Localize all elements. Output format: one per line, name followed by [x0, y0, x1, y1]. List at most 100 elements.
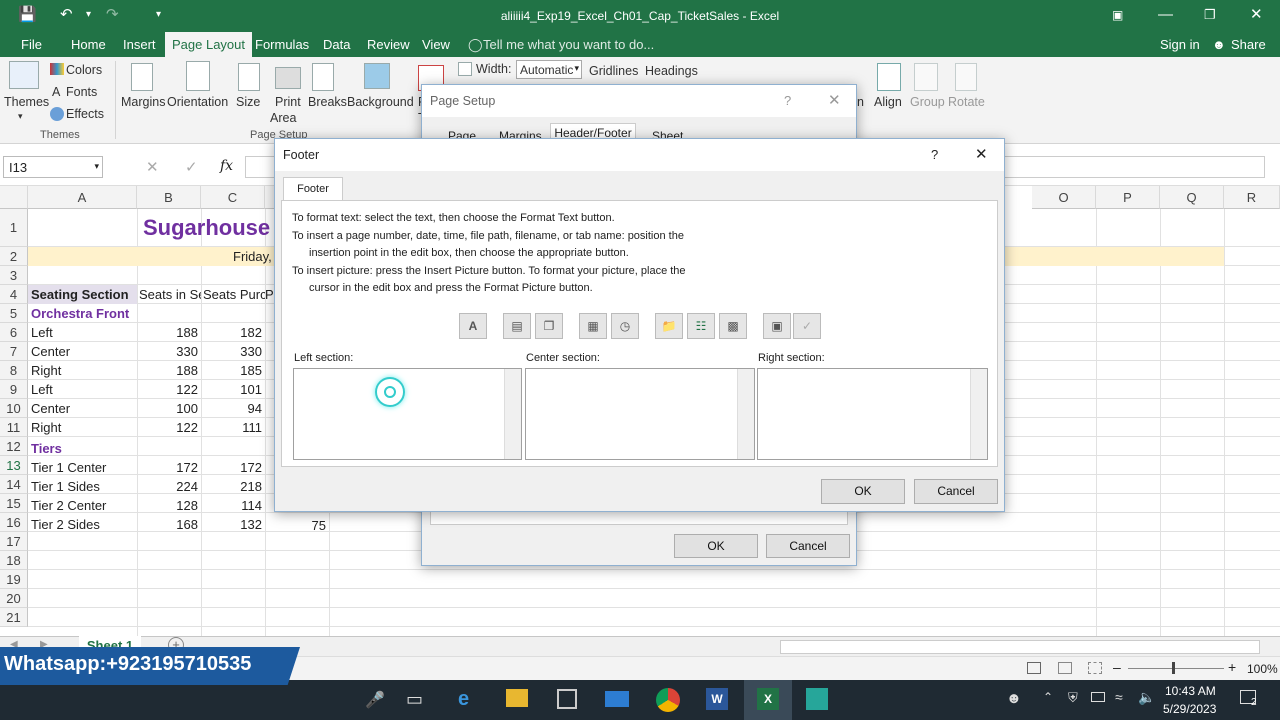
left-section-scrollbar[interactable]: [504, 369, 521, 459]
cancel-icon[interactable]: ✕: [146, 158, 159, 176]
page-setup-help-button[interactable]: ?: [784, 93, 791, 108]
cell-d16[interactable]: 75: [265, 516, 329, 535]
tab-file[interactable]: File: [21, 37, 42, 52]
tab-home[interactable]: Home: [71, 37, 106, 52]
row-header[interactable]: 13: [0, 456, 28, 475]
row-header[interactable]: 4: [0, 285, 28, 304]
column-header-b[interactable]: B: [137, 186, 201, 209]
excel-icon[interactable]: X: [757, 688, 779, 710]
share-button[interactable]: Share: [1231, 37, 1266, 52]
rotate-button[interactable]: Rotate: [948, 95, 985, 109]
cell-seats-in-section[interactable]: 100: [137, 399, 201, 418]
row-header[interactable]: 1: [0, 209, 28, 247]
margins-button[interactable]: Margins: [121, 95, 165, 109]
store-icon[interactable]: [557, 689, 577, 709]
themes-icon[interactable]: [9, 61, 39, 89]
left-section-input[interactable]: [293, 368, 522, 460]
app-icon[interactable]: [806, 688, 828, 710]
row-header[interactable]: 2: [0, 247, 28, 266]
format-text-button[interactable]: A: [459, 313, 487, 339]
cell-seats-purchased[interactable]: 330: [201, 342, 265, 361]
cell-row-label[interactable]: Tier 1 Center: [28, 458, 137, 477]
clock-time[interactable]: 10:43 AM: [1165, 684, 1216, 698]
zoom-slider-thumb[interactable]: [1172, 662, 1175, 674]
tab-data[interactable]: Data: [323, 37, 350, 52]
cell-seats-in-section[interactable]: 122: [137, 380, 201, 399]
column-header-p[interactable]: P: [1096, 186, 1160, 209]
number-of-pages-icon[interactable]: ❐: [535, 313, 563, 339]
tab-page-layout[interactable]: Page Layout: [165, 32, 253, 57]
print-area-button[interactable]: Print: [275, 95, 301, 109]
clock-date[interactable]: 5/29/2023: [1163, 702, 1216, 716]
footer-ok-button[interactable]: OK: [821, 479, 905, 504]
cell-seats-purchased[interactable]: 185: [201, 361, 265, 380]
name-box[interactable]: I13 ▾: [3, 156, 103, 178]
file-path-icon[interactable]: 📁: [655, 313, 683, 339]
page-break-view-icon[interactable]: [1088, 662, 1102, 674]
cell-seats-purchased[interactable]: 111: [201, 418, 265, 437]
row-header[interactable]: 19: [0, 570, 28, 589]
format-picture-icon[interactable]: ✓: [793, 313, 821, 339]
cell-row-label[interactable]: Tier 2 Center: [28, 496, 137, 515]
section-orchestra-front[interactable]: Orchestra Front: [28, 304, 228, 323]
footer-close-button[interactable]: ✕: [975, 145, 988, 163]
chevron-up-icon[interactable]: ⌃: [1043, 690, 1053, 704]
cell-seats-purchased[interactable]: 182: [201, 323, 265, 342]
page-layout-view-icon[interactable]: [1058, 662, 1072, 674]
breaks-button[interactable]: Breaks: [308, 95, 347, 109]
tab-formulas[interactable]: Formulas: [255, 37, 309, 52]
cell-seats-purchased[interactable]: 132: [201, 515, 265, 534]
cell-seats-in-section[interactable]: 188: [137, 323, 201, 342]
edge-icon[interactable]: e: [458, 688, 469, 711]
cell-seats-purchased[interactable]: 94: [201, 399, 265, 418]
zoom-out-icon[interactable]: –: [1113, 659, 1121, 675]
row-header[interactable]: 20: [0, 589, 28, 608]
cell-seats-in-section[interactable]: 172: [137, 458, 201, 477]
cell-row-label[interactable]: Center: [28, 342, 137, 361]
colors-button[interactable]: Colors: [66, 63, 102, 77]
volume-icon[interactable]: 🔈: [1138, 689, 1155, 706]
page-number-icon[interactable]: ▤: [503, 313, 531, 339]
select-all-corner[interactable]: [0, 186, 28, 209]
page-setup-close-button[interactable]: ✕: [828, 91, 841, 109]
insert-picture-icon[interactable]: ▣: [763, 313, 791, 339]
header-seats-purchased[interactable]: Seats Purc: [201, 285, 265, 304]
cell-seats-in-section[interactable]: 128: [137, 496, 201, 515]
page-setup-cancel-button[interactable]: Cancel: [766, 534, 850, 558]
cell-row-label[interactable]: Right: [28, 418, 137, 437]
ribbon-display-icon[interactable]: ▣: [1112, 6, 1123, 24]
tell-me-box[interactable]: Tell me what you want to do...: [483, 37, 654, 52]
cell-seats-in-section[interactable]: 330: [137, 342, 201, 361]
cell-seats-purchased[interactable]: 114: [201, 496, 265, 515]
row-header[interactable]: 15: [0, 494, 28, 513]
security-icon[interactable]: ⛨: [1068, 690, 1078, 706]
date-icon[interactable]: ▦: [579, 313, 607, 339]
cell-row-label[interactable]: Left: [28, 323, 137, 342]
cell-seats-purchased[interactable]: 101: [201, 380, 265, 399]
wifi-icon[interactable]: ≈: [1115, 689, 1123, 705]
right-section-input[interactable]: [757, 368, 988, 460]
zoom-level[interactable]: 100%: [1247, 662, 1278, 676]
effects-button[interactable]: Effects: [66, 107, 104, 121]
width-select[interactable]: Automatic ▾: [516, 60, 582, 79]
mail-icon[interactable]: [605, 691, 629, 707]
enter-icon[interactable]: ✓: [185, 158, 198, 176]
close-window-icon[interactable]: ✕: [1250, 6, 1263, 24]
row-header[interactable]: 18: [0, 551, 28, 570]
group-button[interactable]: Group: [910, 95, 945, 109]
cell-row-label[interactable]: Right: [28, 361, 137, 380]
page-setup-ok-button[interactable]: OK: [674, 534, 758, 558]
time-icon[interactable]: ◷: [611, 313, 639, 339]
footer-cancel-button[interactable]: Cancel: [914, 479, 998, 504]
cell-seats-in-section[interactable]: 224: [137, 477, 201, 496]
tab-insert[interactable]: Insert: [123, 37, 156, 52]
center-section-input[interactable]: [525, 368, 755, 460]
header-seats-in-section[interactable]: Seats in Se: [137, 285, 201, 304]
row-header[interactable]: 21: [0, 608, 28, 627]
column-header-c[interactable]: C: [201, 186, 265, 209]
footer-help-button[interactable]: ?: [931, 147, 938, 162]
cell-seats-in-section[interactable]: 122: [137, 418, 201, 437]
orientation-button[interactable]: Orientation: [167, 95, 228, 109]
microphone-icon[interactable]: 🎤: [365, 690, 385, 710]
restore-icon[interactable]: ❐: [1204, 6, 1216, 24]
